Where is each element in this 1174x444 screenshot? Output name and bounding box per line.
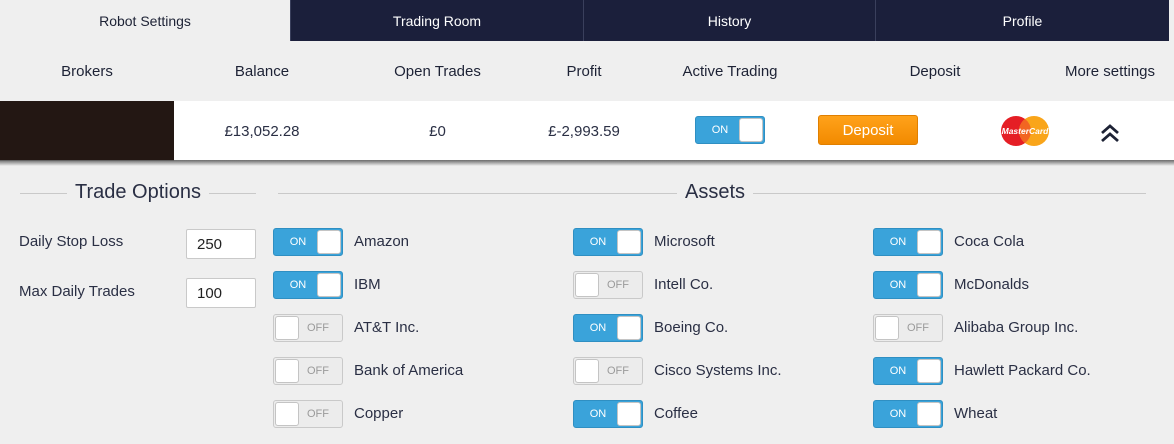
daily-stop-loss-input[interactable] [186, 229, 256, 259]
asset-toggle-copper[interactable]: OFF [273, 400, 343, 428]
asset-label-hawlett-packard: Hawlett Packard Co. [954, 362, 1091, 379]
asset-label-mcdonalds: McDonalds [954, 276, 1030, 293]
daily-stop-loss-label: Daily Stop Loss [19, 233, 124, 250]
toggle-knob [917, 230, 941, 254]
asset-label-microsoft: Microsoft [654, 233, 715, 250]
asset-label-cisco: Cisco Systems Inc. [654, 362, 782, 379]
header-balance: Balance [234, 62, 290, 80]
asset-label-boeing: Boeing Co. [654, 319, 729, 336]
toggle-label: ON [589, 236, 607, 248]
toggle-knob [275, 359, 299, 383]
asset-label-coca-cola: Coca Cola [954, 233, 1025, 250]
toggle-label: ON [589, 322, 607, 334]
toggle-label: ON [889, 365, 907, 377]
active-trading-toggle[interactable]: ON [695, 116, 765, 144]
asset-toggle-amazon[interactable]: ON [273, 228, 343, 256]
asset-toggle-cisco[interactable]: OFF [573, 357, 643, 385]
asset-toggle-ibm[interactable]: ON [273, 271, 343, 299]
assets-title: Assets [677, 181, 754, 204]
row-shadow [0, 160, 1174, 166]
toggle-label: ON [711, 124, 729, 136]
profit-value: £-2,993.59 [548, 122, 620, 140]
tab-spacer [1169, 0, 1174, 41]
toggle-label: OFF [307, 408, 329, 420]
tab-trading-room[interactable]: Trading Room [290, 0, 583, 41]
asset-label-coffee: Coffee [654, 405, 698, 422]
toggle-label: ON [889, 408, 907, 420]
toggle-label: ON [889, 279, 907, 291]
deposit-button[interactable]: Deposit [818, 115, 918, 145]
mastercard-logo: MasterCard [1001, 116, 1050, 146]
toggle-knob [575, 359, 599, 383]
asset-toggle-hawlett-packard[interactable]: ON [873, 357, 943, 385]
asset-toggle-att[interactable]: OFF [273, 314, 343, 342]
header-profit: Profit [566, 62, 602, 80]
max-daily-trades-label: Max Daily Trades [19, 283, 135, 300]
broker-logo[interactable] [0, 101, 174, 161]
trade-options-title: Trade Options [67, 181, 209, 204]
toggle-knob [617, 230, 641, 254]
asset-label-ibm: IBM [354, 276, 381, 293]
asset-label-att: AT&T Inc. [354, 319, 420, 336]
toggle-knob [575, 273, 599, 297]
asset-toggle-wheat[interactable]: ON [873, 400, 943, 428]
card-brand-text: MasterCard [1002, 126, 1050, 136]
asset-toggle-bank-of-america[interactable]: OFF [273, 357, 343, 385]
toggle-knob [917, 273, 941, 297]
toggle-label: ON [289, 279, 307, 291]
toggle-label: ON [289, 236, 307, 248]
tab-robot-settings[interactable]: Robot Settings [0, 0, 290, 41]
toggle-label: ON [589, 408, 607, 420]
toggle-label: OFF [607, 365, 629, 377]
toggle-knob [317, 230, 341, 254]
toggle-label: OFF [307, 365, 329, 377]
toggle-knob [275, 402, 299, 426]
toggle-knob [617, 402, 641, 426]
header-more-settings: More settings [1064, 62, 1156, 80]
toggle-label: ON [889, 236, 907, 248]
asset-toggle-intell[interactable]: OFF [573, 271, 643, 299]
tab-history[interactable]: History [583, 0, 875, 41]
toggle-knob [917, 402, 941, 426]
header-open-trades: Open Trades [394, 62, 481, 80]
asset-label-amazon: Amazon [354, 233, 410, 250]
asset-label-bank-of-america: Bank of America [354, 362, 464, 379]
asset-label-copper: Copper [354, 405, 404, 422]
toggle-knob [875, 316, 899, 340]
toggle-label: OFF [307, 322, 329, 334]
asset-toggle-boeing[interactable]: ON [573, 314, 643, 342]
asset-toggle-coffee[interactable]: ON [573, 400, 643, 428]
asset-label-alibaba: Alibaba Group Inc. [954, 319, 1079, 336]
asset-toggle-mcdonalds[interactable]: ON [873, 271, 943, 299]
chevron-double-up-icon[interactable] [1098, 120, 1122, 144]
main-tabs: Robot Settings Trading Room History Prof… [0, 0, 1174, 41]
balance-value: £13,052.28 [224, 122, 300, 140]
asset-toggle-microsoft[interactable]: ON [573, 228, 643, 256]
toggle-label: OFF [607, 279, 629, 291]
toggle-knob [317, 273, 341, 297]
asset-label-wheat: Wheat [954, 405, 998, 422]
toggle-knob [617, 316, 641, 340]
toggle-knob [275, 316, 299, 340]
toggle-label: OFF [907, 322, 929, 334]
account-table-header: Brokers Balance Open Trades Profit Activ… [0, 41, 1174, 101]
tab-profile[interactable]: Profile [875, 0, 1169, 41]
asset-label-intell: Intell Co. [654, 276, 714, 293]
asset-toggle-alibaba[interactable]: OFF [873, 314, 943, 342]
open-trades-value: £0 [429, 122, 446, 140]
header-brokers: Brokers [61, 62, 113, 80]
max-daily-trades-input[interactable] [186, 278, 256, 308]
header-active-trading: Active Trading [682, 62, 778, 80]
header-deposit: Deposit [909, 62, 961, 80]
asset-toggle-coca-cola[interactable]: ON [873, 228, 943, 256]
toggle-knob [739, 118, 763, 142]
toggle-knob [917, 359, 941, 383]
